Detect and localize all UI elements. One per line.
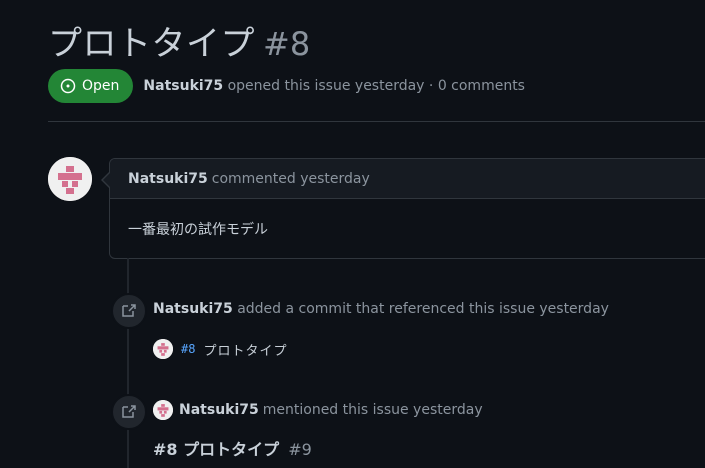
mention-event-text: Natsuki75 mentioned this issue yesterday (153, 400, 483, 420)
issue-title-row: プロトタイプ #8 (48, 16, 310, 65)
issue-meta: Open Natsuki75 opened this issue yesterd… (48, 69, 525, 103)
commit-event-description: added a commit that referenced this issu… (237, 301, 609, 317)
commit-event-text: Natsuki75 added a commit that referenced… (153, 301, 609, 317)
identicon-avatar-icon (153, 339, 173, 359)
comment-meta[interactable]: commented yesterday (212, 171, 370, 187)
identicon-avatar-icon (153, 400, 173, 420)
avatar[interactable] (153, 400, 173, 420)
cross-reference-icon (111, 394, 147, 430)
commit-message-link[interactable]: プロトタイプ (203, 340, 287, 359)
referenced-issue-number: #9 (288, 440, 312, 459)
referenced-issue: #8 プロトタイプ #9 (153, 436, 312, 460)
mention-event-description: mentioned this issue yesterday (262, 402, 483, 418)
comment-header: Natsuki75 commented yesterday (110, 159, 705, 199)
issue-open-icon (60, 78, 76, 94)
issue-state-badge: Open (48, 69, 134, 103)
avatar[interactable] (153, 339, 173, 359)
commit-issue-ref-link[interactable]: #8 (181, 342, 195, 356)
identicon-avatar-icon (48, 157, 92, 201)
issue-state-label: Open (82, 78, 120, 94)
issue-opened-text: opened this issue yesterday · 0 comments (227, 78, 525, 94)
issue-title: プロトタイプ (48, 24, 255, 64)
commit-event-author[interactable]: Natsuki75 (153, 301, 233, 317)
referenced-issue-title-link[interactable]: #8 プロトタイプ (153, 440, 279, 459)
issue-author-link[interactable]: Natsuki75 (143, 78, 223, 94)
comment-author-link[interactable]: Natsuki75 (128, 171, 208, 187)
issue-meta-text: Natsuki75 opened this issue yesterday · … (143, 78, 525, 94)
comment-pointer-inner (103, 173, 110, 187)
mention-event-author[interactable]: Natsuki75 (179, 402, 259, 418)
avatar[interactable] (48, 157, 92, 201)
header-divider (48, 121, 705, 122)
comment-box: Natsuki75 commented yesterday 一番最初の試作モデル (109, 158, 705, 259)
comment-body: 一番最初の試作モデル (128, 222, 268, 238)
timeline-line (127, 258, 129, 468)
issue-number: #8 (263, 25, 311, 63)
cross-reference-icon (111, 293, 147, 329)
commit-row: #8 プロトタイプ (153, 339, 287, 359)
